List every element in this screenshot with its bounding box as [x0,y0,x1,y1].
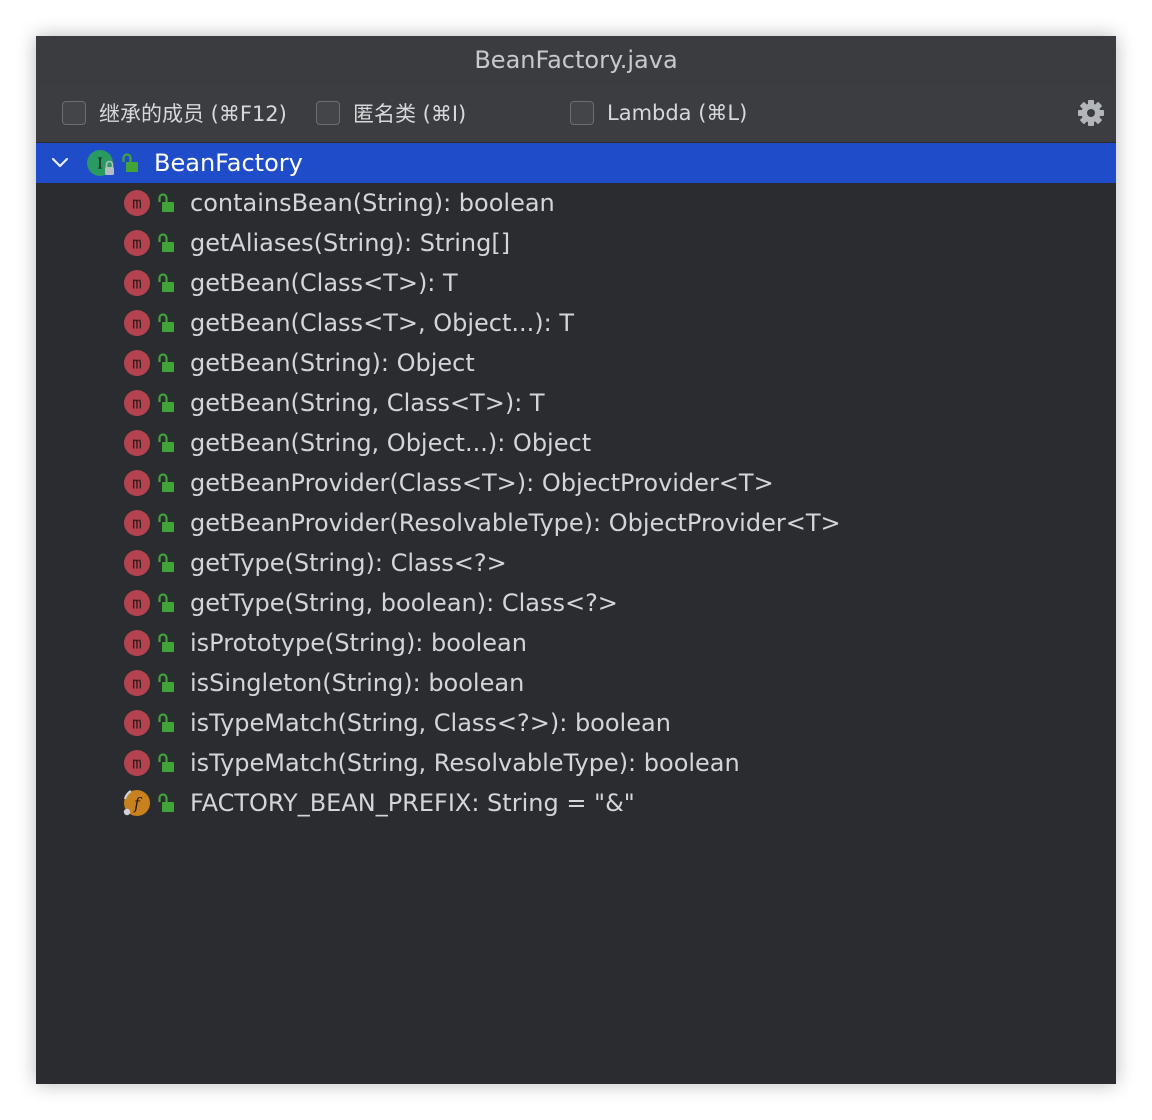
svg-text:m: m [132,234,142,253]
public-lock-icon [158,353,174,372]
svg-text:m: m [132,314,142,333]
tree-member-row[interactable]: m getAliases(String): String[] [36,223,1116,263]
tree-member-row[interactable]: m getBean(Class<T>, Object...): T [36,303,1116,343]
interface-icon: I [87,150,114,176]
gear-icon[interactable] [1076,98,1106,128]
public-lock-icon [158,553,174,572]
svg-text:m: m [132,194,142,213]
show-anonymous-option[interactable]: 匿名类 (⌘I) [316,84,466,142]
method-icon: m [124,750,150,776]
chevron-down-icon[interactable] [50,150,70,176]
tree-member-label: isTypeMatch(String, ResolvableType): boo… [190,749,740,777]
method-icon: m [124,510,150,536]
tree-member-row[interactable]: m getBean(String, Class<T>): T [36,383,1116,423]
svg-text:m: m [132,274,142,293]
svg-text:m: m [132,594,142,613]
method-icon: m [124,430,150,456]
public-lock-icon [158,273,174,292]
show-lambda-option[interactable]: Lambda (⌘L) [570,84,747,142]
public-lock-icon [158,393,174,412]
tree-member-row[interactable]: m isTypeMatch(String, Class<?>): boolean [36,703,1116,743]
tree-member-row[interactable]: f FACTORY_BEAN_PREFIX: String = "&" [36,783,1116,823]
public-lock-icon [158,793,174,812]
tree-root-beanfactory[interactable]: I BeanFactory [36,143,1116,183]
tree-member-label: getType(String): Class<?> [190,549,507,577]
svg-text:m: m [132,514,142,533]
method-icon: m [124,390,150,416]
tree-member-row[interactable]: m getType(String, boolean): Class<?> [36,583,1116,623]
tree-root-label: BeanFactory [154,149,303,177]
svg-text:m: m [132,754,142,773]
svg-text:m: m [132,714,142,733]
field-icon: f [123,790,150,816]
svg-text:m: m [132,354,142,373]
tree-member-row[interactable]: m getType(String): Class<?> [36,543,1116,583]
tree-member-row[interactable]: m isPrototype(String): boolean [36,623,1116,663]
tree-member-label: isSingleton(String): boolean [190,669,525,697]
tree-member-label: getBean(Class<T>, Object...): T [190,309,574,337]
show-anonymous-checkbox[interactable] [316,101,340,125]
tree-member-row[interactable]: m isSingleton(String): boolean [36,663,1116,703]
tree-member-label: isPrototype(String): boolean [190,629,527,657]
svg-text:m: m [132,394,142,413]
svg-text:m: m [132,434,142,453]
tree-member-label: getType(String, boolean): Class<?> [190,589,618,617]
tree-member-label: isTypeMatch(String, Class<?>): boolean [190,709,671,737]
tree-member-row[interactable]: m containsBean(String): boolean [36,183,1116,223]
show-inherited-checkbox[interactable] [62,101,86,125]
public-lock-icon [158,433,174,452]
tree-member-label: getBean(String, Class<T>): T [190,389,545,417]
tree-member-label: getBeanProvider(ResolvableType): ObjectP… [190,509,841,537]
method-icon: m [124,270,150,296]
tree-member-row[interactable]: m isTypeMatch(String, ResolvableType): bo… [36,743,1116,783]
show-inherited-option[interactable]: 继承的成员 (⌘F12) [62,84,287,142]
structure-tree: I BeanFactory m containsBean(String): boo… [36,143,1116,823]
show-lambda-label: Lambda (⌘L) [607,101,748,125]
tree-member-row[interactable]: m getBean(String, Object...): Object [36,423,1116,463]
method-icon: m [124,550,150,576]
svg-text:I: I [97,155,103,173]
svg-text:m: m [132,634,142,653]
method-icon: m [124,470,150,496]
method-icon: m [124,630,150,656]
public-lock-icon [158,593,174,612]
svg-text:m: m [132,474,142,493]
structure-window: BeanFactory.java 继承的成员 (⌘F12) 匿名类 (⌘I) L… [36,36,1116,1084]
tree-member-label: getBean(String, Object...): Object [190,429,592,457]
window-title: BeanFactory.java [36,36,1116,84]
public-lock-icon [122,153,138,172]
svg-text:m: m [132,674,142,693]
method-icon: m [124,350,150,376]
show-lambda-checkbox[interactable] [570,101,594,125]
method-icon: m [124,590,150,616]
tree-member-row[interactable]: m getBeanProvider(ResolvableType): Object… [36,503,1116,543]
tree-member-label: getBean(Class<T>): T [190,269,458,297]
show-inherited-label: 继承的成员 (⌘F12) [99,102,287,126]
svg-text:m: m [132,554,142,573]
public-lock-icon [158,633,174,652]
public-lock-icon [158,473,174,492]
public-lock-icon [158,673,174,692]
method-icon: m [124,670,150,696]
public-lock-icon [158,233,174,252]
tree-member-label: containsBean(String): boolean [190,189,555,217]
public-lock-icon [158,313,174,332]
tree-member-row[interactable]: m getBean(Class<T>): T [36,263,1116,303]
tree-member-label: getBean(String): Object [190,349,475,377]
tree-member-label: FACTORY_BEAN_PREFIX: String = "&" [190,789,635,817]
public-lock-icon [158,193,174,212]
tree-member-label: getBeanProvider(Class<T>): ObjectProvide… [190,469,774,497]
method-icon: m [124,230,150,256]
method-icon: m [124,710,150,736]
method-icon: m [124,190,150,216]
tree-member-row[interactable]: m getBean(String): Object [36,343,1116,383]
public-lock-icon [158,713,174,732]
tree-member-label: getAliases(String): String[] [190,229,511,257]
public-lock-icon [158,513,174,532]
public-lock-icon [158,753,174,772]
method-icon: m [124,310,150,336]
structure-toolbar: 继承的成员 (⌘F12) 匿名类 (⌘I) Lambda (⌘L) [36,84,1116,143]
tree-member-row[interactable]: m getBeanProvider(Class<T>): ObjectProvid… [36,463,1116,503]
show-anonymous-label: 匿名类 (⌘I) [353,102,467,126]
